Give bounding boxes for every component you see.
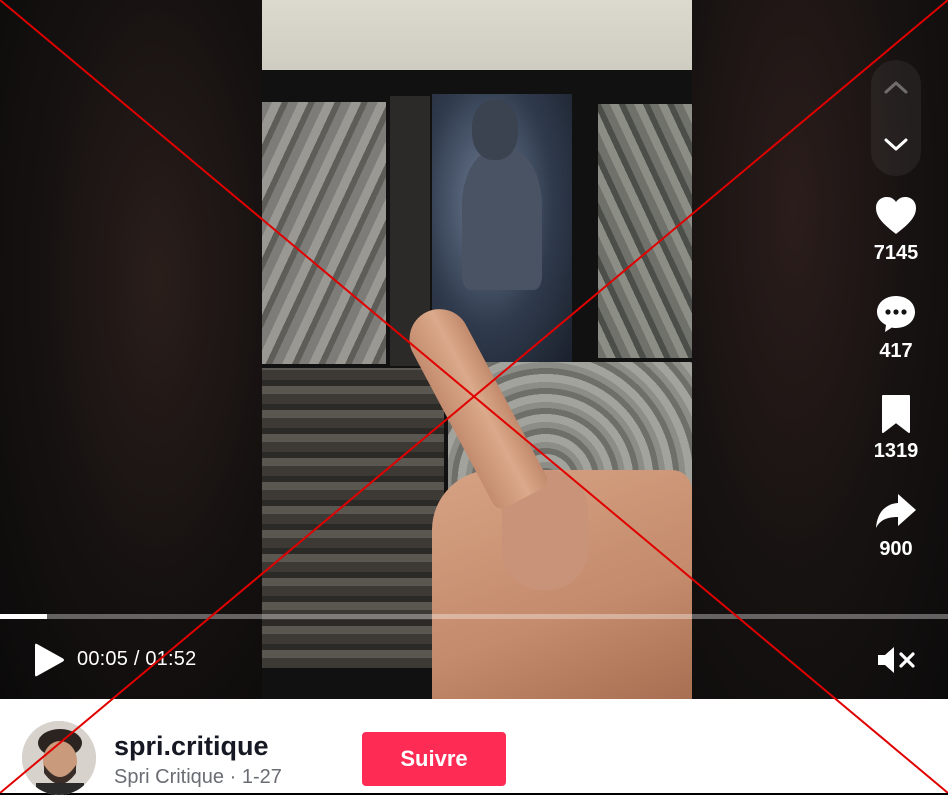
player-controls: 00:05 / 01:52 <box>0 632 948 688</box>
mute-button[interactable] <box>874 644 918 676</box>
save-count: 1319 <box>873 440 919 462</box>
play-icon <box>35 643 64 677</box>
progress-bar-fill <box>0 614 48 619</box>
heart-icon <box>876 197 916 234</box>
video-wall-area <box>262 0 692 70</box>
share-button[interactable]: 900 <box>860 492 932 561</box>
carved-figure-head <box>472 100 518 160</box>
carved-figure-body <box>462 150 542 290</box>
muted-speaker-icon <box>878 647 915 673</box>
like-button[interactable]: 7145 <box>860 196 932 265</box>
avatar[interactable] <box>22 721 96 795</box>
duration: 01:52 <box>145 648 197 670</box>
avatar-image <box>22 721 96 795</box>
author-subline: Spri Critique · 1-27 <box>114 766 282 789</box>
author-bar: spri.critique Spri Critique · 1-27 Suivr… <box>0 699 948 795</box>
video-player[interactable]: 7145 417 1319 900 00:05 / 01:52 <box>0 0 948 699</box>
share-count: 900 <box>879 538 913 560</box>
comment-count: 417 <box>879 340 913 362</box>
playback-time: 00:05 / 01:52 <box>77 648 196 671</box>
next-video-button[interactable] <box>871 120 921 170</box>
action-sidebar: 7145 417 1319 900 <box>860 0 932 600</box>
relief-panel <box>598 104 692 358</box>
author-display-name: Spri Critique <box>114 766 225 788</box>
save-button[interactable]: 1319 <box>860 394 932 463</box>
like-count: 7145 <box>873 242 919 264</box>
comment-button[interactable]: 417 <box>860 294 932 363</box>
chevron-up-icon <box>884 81 908 94</box>
previous-video-button[interactable] <box>871 62 921 112</box>
relief-panel <box>262 102 386 364</box>
bookmark-icon <box>882 395 910 433</box>
current-time: 00:05 <box>77 648 129 670</box>
time-separator: / <box>128 648 146 670</box>
video-frame[interactable] <box>262 0 692 699</box>
video-navigation <box>871 60 921 176</box>
author-username[interactable]: spri.critique <box>114 731 269 762</box>
blurred-background-left <box>0 0 262 699</box>
subline-separator: · <box>224 766 242 788</box>
post-date: 1-27 <box>241 766 282 788</box>
play-button[interactable] <box>30 640 70 680</box>
share-arrow-icon <box>876 494 916 528</box>
chevron-down-icon <box>884 138 908 151</box>
follow-button[interactable]: Suivre <box>362 732 506 786</box>
relief-panel <box>262 368 444 668</box>
progress-bar[interactable] <box>0 614 948 619</box>
comment-bubble-icon <box>877 296 915 332</box>
